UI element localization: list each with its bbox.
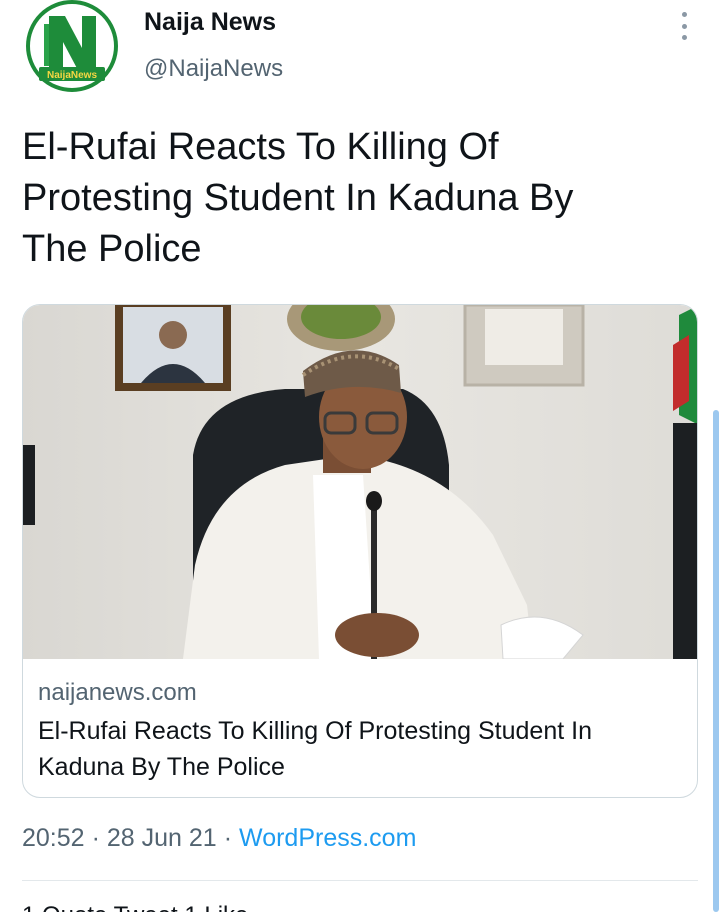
card-title-line: El-Rufai Reacts To Killing Of Protesting… (38, 717, 592, 745)
link-card[interactable]: naijanews.com El-Rufai Reacts To Killing… (22, 304, 698, 798)
author-name[interactable]: Naija News (144, 8, 276, 37)
dot (681, 35, 687, 40)
scrollbar[interactable] (713, 410, 719, 912)
card-title: El-Rufai Reacts To Killing Of Protesting… (38, 713, 678, 785)
tweet-text-line: The Police (22, 228, 202, 270)
dot (681, 23, 687, 29)
tweet-stats[interactable]: 1 Quote Tweet 1 Like (22, 902, 248, 912)
tweet-text-line: Protesting Student In Kaduna By (22, 177, 574, 219)
avatar-label: NaijaNews (47, 70, 97, 81)
tweet-date[interactable]: 28 Jun 21 (107, 824, 217, 852)
meta-separator: · (223, 824, 233, 852)
card-title-line: Kaduna By The Police (38, 753, 285, 781)
author-avatar[interactable]: NaijaNews (22, 0, 122, 93)
meta-separator: · (91, 824, 100, 852)
news-photo (23, 305, 697, 660)
divider (22, 880, 698, 881)
naijanews-logo-icon: NaijaNews (26, 0, 118, 92)
author-handle[interactable]: @NaijaNews (144, 55, 283, 83)
tweet-meta: 20:52 · 28 Jun 21 · WordPress.com (22, 824, 416, 853)
tweet-source-link[interactable]: WordPress.com (239, 824, 416, 852)
card-domain: naijanews.com (38, 679, 197, 706)
tweet-time[interactable]: 20:52 (22, 824, 85, 852)
dot (681, 12, 687, 17)
tweet-text-line: El-Rufai Reacts To Killing Of (22, 126, 499, 168)
tweet-text: El-Rufai Reacts To Killing Of Protesting… (22, 122, 682, 275)
more-vertical-icon[interactable] (672, 10, 696, 42)
card-image[interactable] (23, 305, 697, 660)
